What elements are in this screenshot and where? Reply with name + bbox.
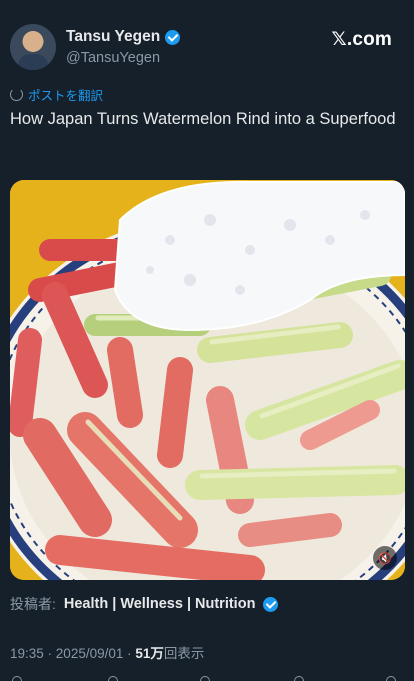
avatar[interactable] bbox=[10, 24, 56, 70]
translate-icon bbox=[10, 88, 23, 101]
x-logo: 𝕏.com bbox=[331, 29, 392, 50]
author-handle[interactable]: @TansuYegen bbox=[66, 50, 160, 66]
meta-separator: · bbox=[123, 646, 136, 661]
original-poster-row[interactable]: 投稿者: Health | Wellness | Nutrition bbox=[10, 594, 279, 614]
reply-icon[interactable] bbox=[12, 676, 22, 681]
action-bar-partial bbox=[0, 674, 414, 681]
share-icon[interactable] bbox=[386, 676, 396, 681]
verified-badge-icon bbox=[165, 29, 181, 45]
like-icon[interactable] bbox=[200, 676, 210, 681]
meta-separator: · bbox=[43, 646, 56, 661]
video-thumbnail[interactable]: 🔇 bbox=[10, 180, 405, 580]
view-count: 51万 bbox=[135, 646, 164, 661]
post-time[interactable]: 19:35 bbox=[10, 646, 44, 661]
post-meta: 19:35 · 2025/09/01 · 51万回表示 bbox=[10, 642, 204, 662]
poster-label: 投稿者: bbox=[10, 596, 56, 612]
translate-label: ポストを翻訳 bbox=[28, 89, 104, 103]
view-label: 回表示 bbox=[163, 646, 205, 661]
verified-badge-icon bbox=[263, 596, 279, 612]
post-date[interactable]: 2025/09/01 bbox=[56, 646, 124, 661]
watermelon-rind-image bbox=[10, 180, 405, 580]
translate-post-link[interactable]: ポストを翻訳 bbox=[10, 85, 103, 104]
bookmark-icon[interactable] bbox=[294, 676, 304, 681]
poster-name[interactable]: Health | Wellness | Nutrition bbox=[64, 596, 256, 612]
tweet-text: How Japan Turns Watermelon Rind into a S… bbox=[10, 110, 396, 128]
post-header: Tansu Yegen @TansuYegen 𝕏.com bbox=[0, 0, 414, 80]
repost-icon[interactable] bbox=[108, 676, 118, 681]
author-name[interactable]: Tansu Yegen bbox=[66, 28, 160, 46]
author-name-row[interactable]: Tansu Yegen bbox=[66, 28, 181, 46]
speaker-mute-icon[interactable]: 🔇 bbox=[373, 546, 397, 570]
